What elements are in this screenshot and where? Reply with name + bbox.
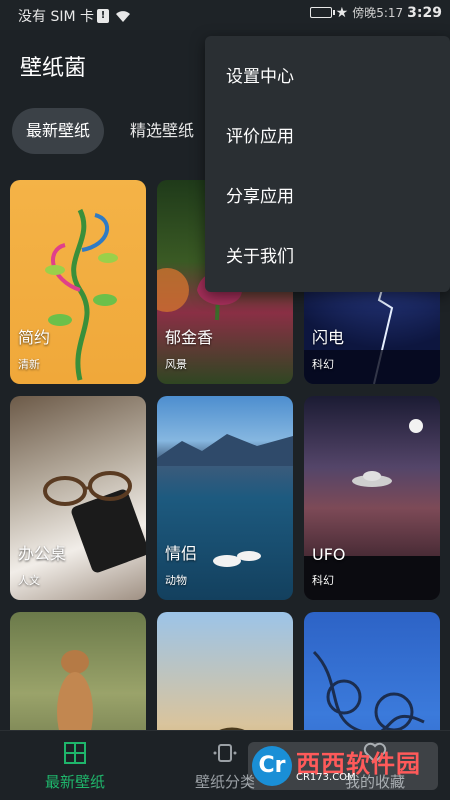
swans-lake-icon — [157, 434, 293, 567]
wallpaper-card-desk[interactable]: 办公桌 人文 — [10, 396, 146, 600]
wifi-icon — [116, 11, 130, 22]
wallpaper-card-couple[interactable]: 情侣 动物 — [157, 396, 293, 600]
overflow-menu: 设置中心 评价应用 分享应用 关于我们 — [205, 36, 450, 292]
swirl-plant-icon — [45, 208, 118, 381]
category-icon — [213, 744, 237, 762]
card-title: 闪电 — [312, 328, 345, 347]
status-time: 3:29 — [407, 4, 442, 21]
card-title: 情侣 — [165, 544, 198, 563]
menu-item-rate-app[interactable]: 评价应用 — [226, 122, 294, 147]
star-icon: ★ — [335, 4, 349, 21]
status-right: ★ 傍晚5:17 3:29 — [309, 4, 442, 21]
battery-icon — [309, 7, 335, 18]
card-tag: 动物 — [165, 574, 187, 587]
watermark-logo: Cr — [252, 746, 292, 786]
card-title: UFO — [312, 545, 346, 564]
ufo-icon — [304, 419, 440, 600]
card-title: 办公桌 — [18, 544, 67, 563]
card-tag: 清新 — [18, 358, 40, 371]
card-tag: 风景 — [165, 358, 187, 371]
menu-item-about-us[interactable]: 关于我们 — [226, 242, 294, 267]
card-tag: 科幻 — [312, 574, 334, 587]
card-title: 郁金香 — [165, 328, 214, 347]
watermark-url: CR173.COM — [296, 772, 356, 783]
tab-latest[interactable]: 最新壁纸 — [12, 108, 105, 154]
wallpaper-card-jianyue[interactable]: 简约 清新 — [10, 180, 146, 384]
card-tag: 科幻 — [312, 358, 334, 371]
app-title: 壁纸菌 — [20, 56, 87, 81]
menu-item-share-app[interactable]: 分享应用 — [226, 182, 294, 207]
grid-icon — [64, 742, 86, 764]
nav-latest[interactable]: 最新壁纸 — [0, 741, 150, 792]
glasses-phone-icon — [43, 471, 146, 573]
carrier-text: 没有 SIM 卡 — [18, 9, 94, 25]
card-title: 简约 — [18, 328, 51, 347]
nav-label: 最新壁纸 — [44, 773, 105, 791]
watermark: Cr 西西软件园 CR173.COM — [248, 742, 438, 790]
status-left: 没有 SIM 卡 ! — [18, 6, 131, 26]
tab-bar: 最新壁纸 精选壁纸 — [12, 108, 208, 154]
tab-featured[interactable]: 精选壁纸 — [116, 108, 208, 154]
menu-item-settings[interactable]: 设置中心 — [226, 62, 294, 87]
status-bar: 没有 SIM 卡 ! ★ 傍晚5:17 3:29 — [0, 0, 450, 30]
time-prefix: 傍晚5:17 — [352, 6, 404, 20]
card-tag: 人文 — [18, 574, 40, 587]
wallpaper-card-ufo[interactable]: UFO 科幻 — [304, 396, 440, 600]
sim-alert-icon: ! — [97, 9, 109, 23]
